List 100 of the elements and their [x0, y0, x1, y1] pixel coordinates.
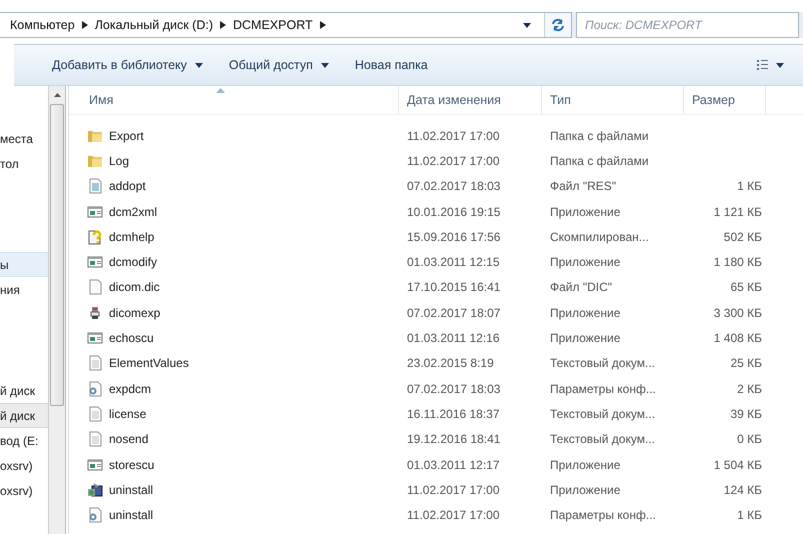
- size-cell: 1 КБ: [737, 179, 762, 194]
- file-name[interactable]: nosend: [109, 432, 148, 446]
- date-cell-text: 11.02.2017 17:00: [406, 508, 501, 522]
- file-name[interactable]: addopt: [109, 179, 146, 194]
- navigation-item[interactable]: oxsrv): [0, 478, 48, 503]
- size-cell: 1 504 КБ: [714, 458, 762, 472]
- date-cell-text: 01.03.2011 12:16: [406, 331, 501, 346]
- date-cell-text: 19.12.2016 18:41: [406, 432, 502, 446]
- navigation-item[interactable]: тол: [0, 151, 48, 176]
- column-header[interactable]: Дата изменения: [399, 86, 542, 114]
- size-cell: 39 КБ: [730, 406, 762, 421]
- type-cell-text: Текстовый докум...: [549, 406, 656, 421]
- breadcrumb[interactable]: Локальный диск (D:): [94, 18, 213, 32]
- help-file-icon: [87, 228, 103, 245]
- installer-icon: [87, 482, 103, 498]
- breadcrumb[interactable]: DCMEXPORT: [233, 18, 313, 32]
- type-cell-text: Приложение: [549, 204, 622, 219]
- caret-icon[interactable]: [320, 62, 329, 68]
- size-cell: 0 КБ: [737, 432, 762, 446]
- window-icon: [87, 204, 103, 220]
- file-name[interactable]: uninstall: [109, 508, 154, 522]
- navigation-item[interactable]: ы: [0, 252, 48, 277]
- breadcrumb[interactable]: Компьютер: [10, 18, 75, 32]
- file-name[interactable]: ElementValues: [109, 356, 189, 370]
- view-list-icon[interactable]: [757, 60, 785, 70]
- date-cell-text: 11.02.2017 17:00: [406, 482, 501, 497]
- size-cell: 1 121 КБ: [714, 204, 762, 219]
- scroll-thumb[interactable]: [50, 104, 64, 406]
- file-name[interactable]: expdcm: [109, 382, 152, 396]
- file-name[interactable]: dcmodify: [109, 255, 158, 270]
- file-name[interactable]: dcmhelp: [109, 230, 154, 244]
- navigation-item[interactable]: ния: [0, 277, 48, 302]
- size-cell: 1 180 КБ: [714, 255, 762, 270]
- type-cell-text: Приложение: [549, 255, 622, 270]
- text-document-icon: [87, 431, 103, 448]
- window-icon: [87, 254, 103, 270]
- date-cell-text: 07.02.2017 18:03: [406, 382, 502, 396]
- file-name[interactable]: Log: [109, 154, 130, 168]
- file-name[interactable]: dcm2xml: [109, 204, 158, 219]
- address-bar[interactable]: Компьютер Локальный диск (D:) DCMEXPORT: [0, 12, 572, 38]
- type-cell-text: Файл "DIC": [549, 280, 614, 294]
- toolbar-button[interactable]: Общий доступ: [220, 54, 337, 76]
- scroll-up-icon[interactable]: [54, 93, 60, 97]
- refresh-button[interactable]: [544, 13, 571, 37]
- toolbar-button[interactable]: Добавить в библиотеку: [44, 54, 211, 76]
- date-cell-text: 10.01.2016 19:15: [406, 204, 502, 219]
- file-name[interactable]: license: [109, 406, 146, 421]
- type-cell-text: Файл "RES": [549, 179, 618, 194]
- gear-document-icon: [87, 380, 103, 397]
- type-cell-text: Папка с файлами: [549, 128, 650, 143]
- file-name[interactable]: dicom.dic: [109, 280, 160, 294]
- file-name[interactable]: echoscu: [109, 331, 154, 346]
- text-document-icon: [87, 355, 103, 372]
- size-cell: 124 КБ: [724, 482, 762, 497]
- navigation-item[interactable]: й диск: [0, 378, 48, 403]
- column-header[interactable]: Тип: [542, 86, 684, 114]
- type-cell-text: Текстовый докум...: [549, 432, 656, 446]
- size-cell: 25 КБ: [730, 356, 762, 370]
- column-header[interactable]: Размер: [684, 86, 766, 114]
- toolbar-button[interactable]: Новая папка: [346, 54, 436, 76]
- navigation-item[interactable]: oxsrv): [0, 453, 48, 478]
- search-field[interactable]: Поиск: DCMEXPORT: [576, 12, 799, 38]
- type-cell-text: Параметры конф...: [549, 382, 657, 396]
- file-name[interactable]: dicomexp: [109, 306, 160, 320]
- type-cell-text: Параметры конф...: [549, 508, 657, 522]
- size-cell: 2 КБ: [737, 382, 762, 396]
- date-cell-text: 15.09.2016 17:56: [406, 230, 502, 244]
- chevron-icon[interactable]: [220, 21, 226, 29]
- date-cell-text: 23.02.2015 8:19: [406, 356, 495, 370]
- date-cell-text: 16.11.2016 18:37: [406, 406, 501, 421]
- date-cell-text: 07.02.2017 18:03: [406, 179, 502, 194]
- refresh-icon[interactable]: [550, 18, 566, 32]
- chevron-icon[interactable]: [320, 21, 326, 29]
- size-cell: 3 300 КБ: [714, 306, 762, 320]
- chevron-icon[interactable]: [82, 21, 88, 29]
- file-name[interactable]: uninstall: [109, 482, 154, 497]
- window-icon: [87, 456, 103, 472]
- date-cell-text: 01.03.2011 12:15: [406, 255, 501, 270]
- navigation-item[interactable]: места: [0, 126, 48, 151]
- file-name[interactable]: Export: [109, 128, 144, 143]
- sort-icon: [216, 88, 225, 93]
- date-cell-text: 01.03.2011 12:17: [406, 458, 501, 472]
- text-document-icon: [87, 406, 103, 422]
- dropdown-icon[interactable]: [523, 22, 531, 28]
- type-cell-text: Приложение: [549, 458, 622, 472]
- file-name[interactable]: storescu: [109, 458, 154, 472]
- type-cell-text: Приложение: [549, 482, 622, 497]
- size-cell: 1 КБ: [737, 508, 762, 522]
- document-icon: [87, 279, 103, 296]
- size-cell: 502 КБ: [724, 230, 762, 244]
- caret-icon[interactable]: [194, 62, 203, 68]
- gear-document-icon: [87, 507, 103, 524]
- date-cell-text: 11.02.2017 17:00: [406, 154, 501, 168]
- window-icon: [87, 330, 103, 346]
- navigation-item[interactable]: й диск: [0, 403, 48, 428]
- navigation-item[interactable]: вод (E:: [0, 428, 48, 453]
- type-cell-text: Папка с файлами: [549, 154, 650, 168]
- date-cell-text: 11.02.2017 17:00: [406, 128, 501, 143]
- document-icon: [87, 178, 103, 194]
- type-cell-text: Приложение: [549, 306, 622, 320]
